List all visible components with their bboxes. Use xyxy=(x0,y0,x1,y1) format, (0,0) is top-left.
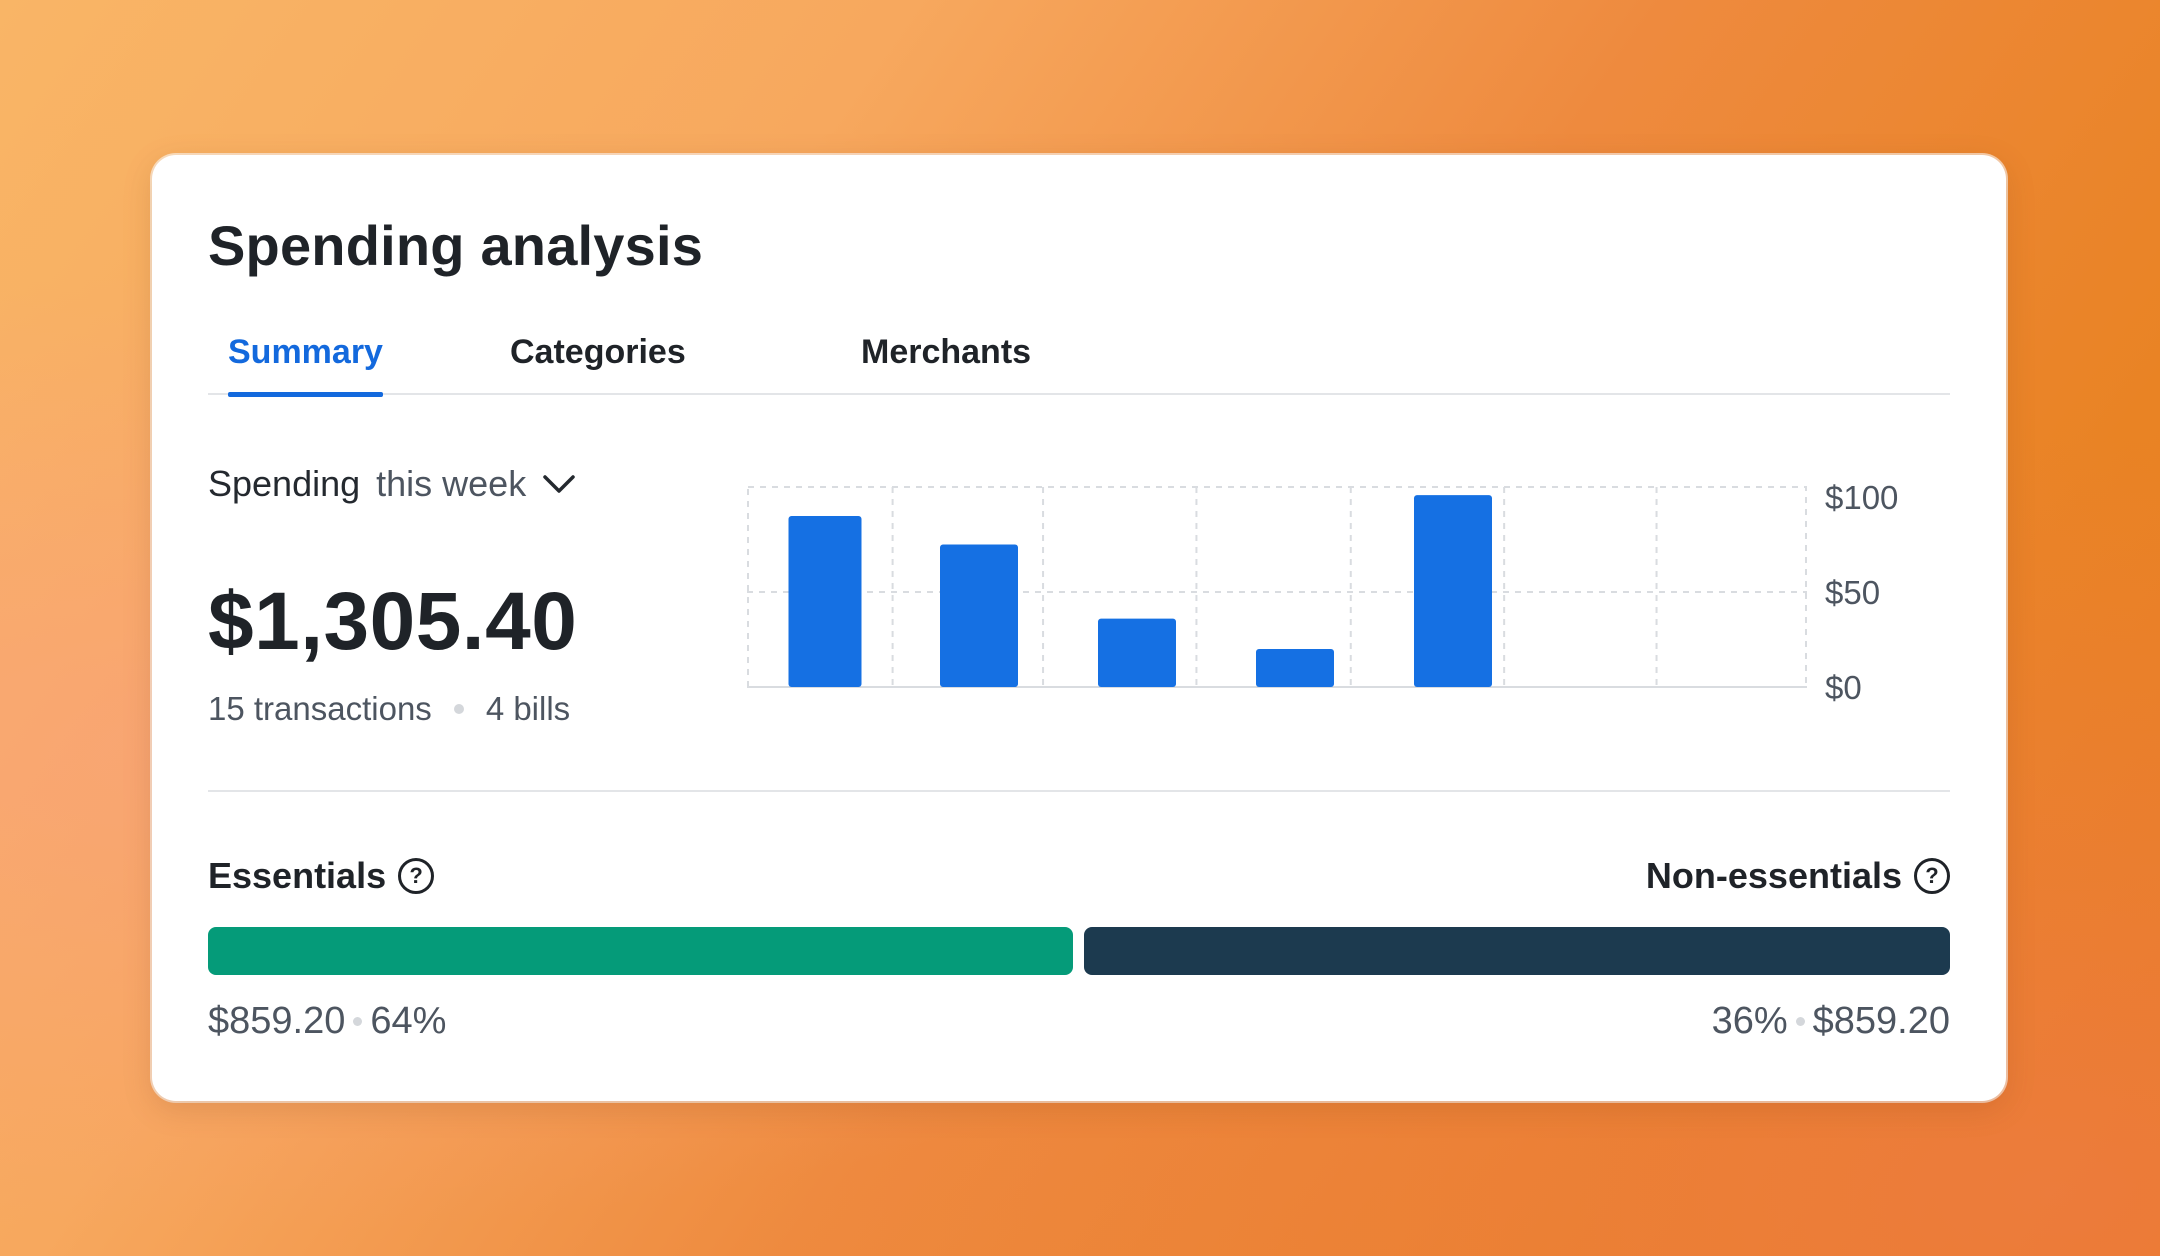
chart-bar xyxy=(1414,495,1492,687)
section-divider xyxy=(208,790,1950,792)
chart-y-tick-label: $100 xyxy=(1825,479,1898,516)
tab-bar: Summary Categories Merchants xyxy=(208,325,1950,397)
chart-y-tick-label: $50 xyxy=(1825,574,1880,611)
period-value: this week xyxy=(376,463,527,504)
chart-bar xyxy=(788,516,862,687)
bill-count: 4 bills xyxy=(485,690,571,727)
non-essentials-heading: Non-essentials ? xyxy=(1646,855,1950,897)
tab-categories[interactable]: Categories xyxy=(510,325,686,395)
chart-y-tick-label: $0 xyxy=(1825,669,1862,706)
non-essentials-help-icon[interactable]: ? xyxy=(1914,858,1950,894)
separator-dot xyxy=(453,704,464,714)
spending-label: Spending xyxy=(208,463,361,504)
chart-bar xyxy=(940,544,1018,687)
essentials-value: $859.20 64% xyxy=(208,1000,446,1043)
chart-bar xyxy=(1098,618,1176,687)
chart-bar xyxy=(1256,649,1334,687)
card-title: Spending analysis xyxy=(208,214,704,277)
spending-period-row: Spending this week xyxy=(208,463,576,505)
essentials-bar xyxy=(208,927,1073,975)
tab-merchants[interactable]: Merchants xyxy=(861,325,1031,395)
non-essentials-percent: 36% xyxy=(1711,1000,1788,1042)
non-essentials-label: Non-essentials xyxy=(1645,855,1902,896)
separator-dot xyxy=(1795,1017,1805,1026)
tab-summary[interactable]: Summary xyxy=(228,325,383,397)
essentials-help-icon[interactable]: ? xyxy=(398,858,435,894)
chevron-down-icon xyxy=(543,475,575,493)
essentials-label: Essentials xyxy=(208,855,387,896)
spending-analysis-card: Spending analysis Summary Categories Mer… xyxy=(152,155,2006,1101)
essentials-heading: Essentials ? xyxy=(208,855,435,897)
period-dropdown[interactable]: this week xyxy=(376,463,576,505)
non-essentials-amount: $859.20 xyxy=(1812,1000,1950,1042)
total-spending: $1,305.40 xyxy=(208,576,578,667)
essentials-amount: $859.20 xyxy=(208,1000,346,1042)
transaction-count: 15 transactions xyxy=(208,690,432,727)
essentials-percent: 64% xyxy=(370,1000,447,1042)
transaction-counts: 15 transactions 4 bills xyxy=(208,690,570,728)
non-essentials-bar xyxy=(1084,927,1950,975)
separator-dot xyxy=(353,1017,363,1026)
non-essentials-value: 36% $859.20 xyxy=(1712,1000,1950,1043)
weekly-spending-chart: MTWTFSS$100$50$0 xyxy=(747,479,1898,706)
